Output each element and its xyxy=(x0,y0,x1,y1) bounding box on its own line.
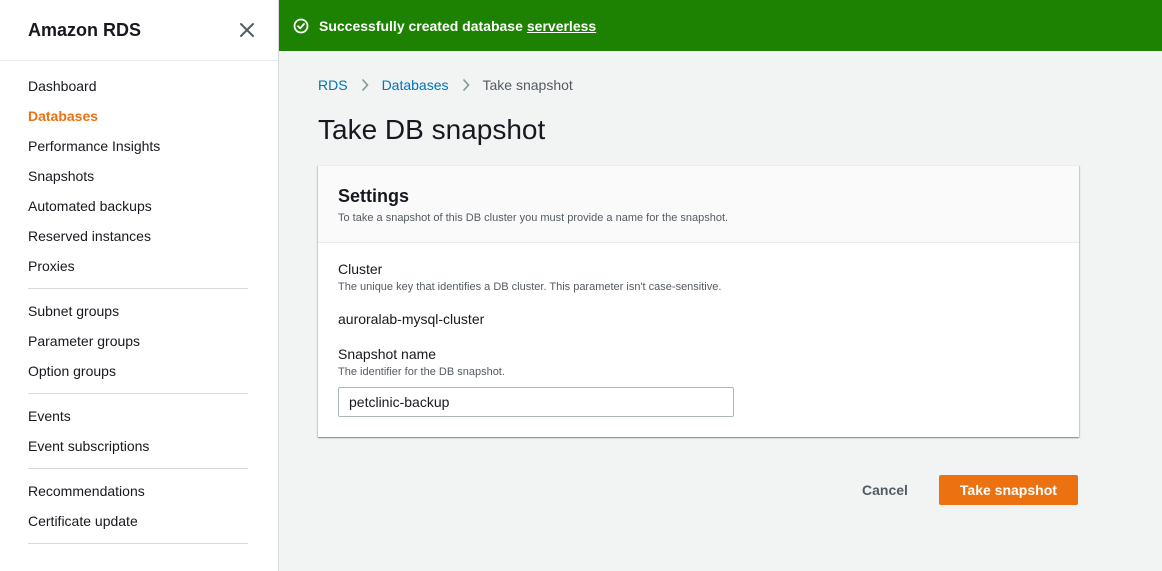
sidebar-item-subnet-groups[interactable]: Subnet groups xyxy=(28,296,278,326)
breadcrumb-databases[interactable]: Databases xyxy=(382,77,449,93)
sidebar: Amazon RDS Dashboard Databases Performan… xyxy=(0,0,279,571)
sidebar-divider xyxy=(28,468,248,469)
sidebar-divider xyxy=(28,393,248,394)
sidebar-item-parameter-groups[interactable]: Parameter groups xyxy=(28,326,278,356)
sidebar-item-snapshots[interactable]: Snapshots xyxy=(28,161,278,191)
close-icon[interactable] xyxy=(238,21,256,39)
sidebar-item-option-groups[interactable]: Option groups xyxy=(28,356,278,386)
sidebar-group-other: Recommendations Certificate update xyxy=(0,476,278,536)
settings-panel: Settings To take a snapshot of this DB c… xyxy=(318,165,1079,437)
success-flash-banner: Successfully created database serverless xyxy=(279,0,1162,51)
snapshot-name-description: The identifier for the DB snapshot. xyxy=(338,366,505,378)
breadcrumb: RDS Databases Take snapshot xyxy=(318,76,1162,94)
snapshot-name-input[interactable] xyxy=(338,387,734,417)
sidebar-group-config: Subnet groups Parameter groups Option gr… xyxy=(0,296,278,386)
flash-message: Successfully created database xyxy=(319,17,523,34)
sidebar-item-recommendations[interactable]: Recommendations xyxy=(28,476,278,506)
settings-title: Settings xyxy=(338,186,410,206)
sidebar-item-events[interactable]: Events xyxy=(28,401,278,431)
form-actions: Cancel Take snapshot xyxy=(839,475,1078,505)
cluster-label: Cluster xyxy=(338,261,383,277)
sidebar-divider xyxy=(28,288,248,289)
sidebar-group-events: Events Event subscriptions xyxy=(0,401,278,461)
page-title: Take DB snapshot xyxy=(318,114,546,145)
sidebar-group-main: Dashboard Databases Performance Insights… xyxy=(0,61,278,281)
chevron-right-icon xyxy=(462,78,470,92)
sidebar-item-performance-insights[interactable]: Performance Insights xyxy=(28,131,278,161)
cluster-value: auroralab-mysql-cluster xyxy=(338,311,485,327)
check-circle-icon xyxy=(293,18,309,34)
sidebar-header: Amazon RDS xyxy=(0,0,278,61)
take-snapshot-button[interactable]: Take snapshot xyxy=(938,475,1078,505)
breadcrumb-rds[interactable]: RDS xyxy=(318,77,348,93)
cluster-description: The unique key that identifies a DB clus… xyxy=(338,281,722,293)
chevron-right-icon xyxy=(361,78,369,92)
sidebar-item-event-subscriptions[interactable]: Event subscriptions xyxy=(28,431,278,461)
sidebar-title: Amazon RDS xyxy=(28,19,142,40)
flash-database-link[interactable]: serverless xyxy=(527,18,596,34)
sidebar-item-dashboard[interactable]: Dashboard xyxy=(28,71,278,101)
snapshot-name-field: Snapshot name The identifier for the DB … xyxy=(338,345,1059,417)
sidebar-item-automated-backups[interactable]: Automated backups xyxy=(28,191,278,221)
settings-body: Cluster The unique key that identifies a… xyxy=(318,243,1079,437)
breadcrumb-current: Take snapshot xyxy=(482,77,573,93)
sidebar-item-proxies[interactable]: Proxies xyxy=(28,251,278,281)
settings-header: Settings To take a snapshot of this DB c… xyxy=(318,166,1079,243)
sidebar-divider xyxy=(28,543,248,544)
settings-description: To take a snapshot of this DB cluster yo… xyxy=(338,212,729,224)
sidebar-item-databases[interactable]: Databases xyxy=(28,101,278,131)
cancel-button[interactable]: Cancel xyxy=(839,475,931,505)
sidebar-item-reserved-instances[interactable]: Reserved instances xyxy=(28,221,278,251)
sidebar-item-certificate-update[interactable]: Certificate update xyxy=(28,506,278,536)
snapshot-name-label: Snapshot name xyxy=(338,346,437,362)
main-content: RDS Databases Take snapshot Take DB snap… xyxy=(279,51,1162,571)
